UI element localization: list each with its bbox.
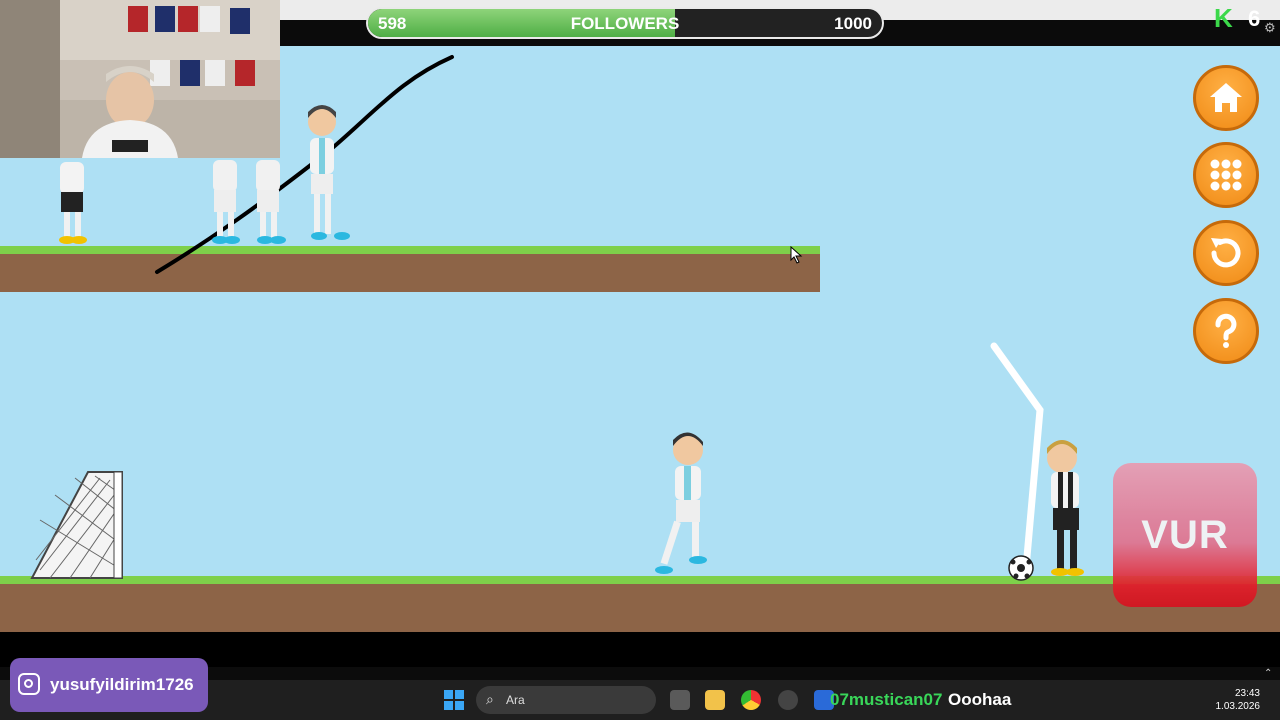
obs-icon[interactable] xyxy=(778,690,798,710)
followers-label: FOLLOWERS xyxy=(570,14,680,33)
home-icon xyxy=(1210,83,1242,112)
followers-progress-bar: 598 FOLLOWERS 1000 xyxy=(366,7,884,39)
level-number: 6 xyxy=(1248,6,1261,31)
ground xyxy=(0,576,1280,632)
task-view-icon[interactable] xyxy=(670,690,690,710)
help-button[interactable] xyxy=(1193,298,1259,364)
clock-date: 1.03.2026 xyxy=(1215,701,1261,712)
restart-button[interactable] xyxy=(1193,220,1259,286)
gear-icon[interactable]: ⚙ xyxy=(1264,20,1276,36)
upper-platform xyxy=(0,246,820,292)
chat-message: Ooohaa xyxy=(948,690,1012,709)
kick-logo-icon: K xyxy=(1214,3,1233,33)
striker-player xyxy=(655,432,707,574)
taskbar-search[interactable]: ⌕ Ara xyxy=(476,686,656,714)
file-explorer-icon[interactable] xyxy=(705,690,725,710)
webcam-overlay xyxy=(0,0,280,158)
soccer-ball xyxy=(1008,555,1034,581)
kick-button[interactable]: VUR xyxy=(1113,463,1257,607)
levels-button[interactable] xyxy=(1193,142,1259,208)
search-icon: ⌕ xyxy=(486,691,494,707)
tray-expand-icon[interactable]: ⌃ xyxy=(1264,668,1272,679)
help-icon xyxy=(1215,313,1237,348)
menu-grid-icon xyxy=(1210,159,1242,191)
kick-button-label: VUR xyxy=(1141,512,1229,557)
chat-username: 07mustican07 xyxy=(830,690,943,709)
search-placeholder: Ara xyxy=(506,693,525,707)
home-button[interactable] xyxy=(1193,65,1259,131)
instagram-icon xyxy=(18,673,40,695)
clock-time: 23:43 xyxy=(1234,688,1260,699)
opponent-player xyxy=(1047,440,1084,576)
followers-target: 1000 xyxy=(834,14,872,33)
windows-start-icon[interactable] xyxy=(444,690,464,710)
webcam-scene xyxy=(0,0,280,158)
chrome-icon[interactable] xyxy=(741,690,761,710)
instagram-handle: yusufyildirim1726 xyxy=(50,675,194,694)
taskbar-clock[interactable]: 23:43 1.03.2026 xyxy=(1216,687,1261,713)
mouse-cursor-icon xyxy=(790,246,803,264)
goal-net xyxy=(30,471,123,579)
white-drawn-line xyxy=(990,342,1044,572)
restart-icon xyxy=(1211,238,1241,268)
